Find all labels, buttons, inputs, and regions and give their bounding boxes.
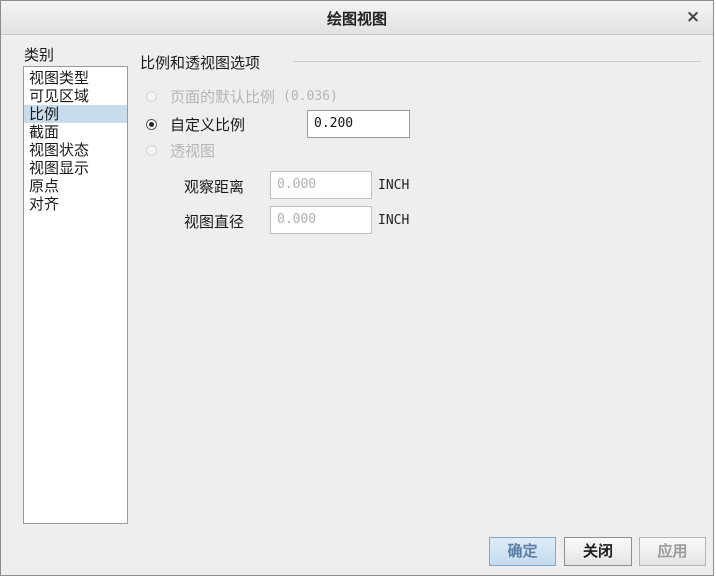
perspective-label: 透视图 [170, 141, 216, 160]
close-button[interactable]: 关闭 [564, 537, 632, 566]
viewing-distance-input[interactable]: 0.000 [270, 171, 372, 199]
view-diameter-input[interactable]: 0.000 [270, 206, 372, 234]
option-perspective: 透视图 [146, 139, 215, 161]
category-label: 类别 [24, 46, 55, 64]
category-item-scale[interactable]: 比例 [24, 105, 127, 123]
category-item-view-state[interactable]: 视图状态 [24, 141, 127, 159]
apply-button[interactable]: 应用 [639, 537, 706, 566]
ok-button[interactable]: 确定 [489, 537, 556, 566]
category-item-view-display[interactable]: 视图显示 [24, 159, 127, 177]
title-bar: 绘图视图 × [1, 1, 713, 35]
scale-group-title: 比例和透视图选项 [140, 54, 261, 72]
viewing-distance-unit: INCH [378, 178, 410, 193]
default-scale-value: (0.036) [283, 88, 338, 104]
option-custom-scale: 自定义比例 [146, 113, 245, 135]
default-scale-radio[interactable] [146, 90, 157, 102]
drawing-view-dialog: 绘图视图 × 类别 视图类型 可见区域 比例 截面 视图状态 视图显示 原点 对… [0, 0, 714, 576]
category-item-alignment[interactable]: 对齐 [24, 195, 127, 213]
custom-scale-radio[interactable] [146, 118, 157, 130]
dialog-title: 绘图视图 [326, 10, 387, 28]
viewing-distance-label: 观察距离 [184, 178, 245, 196]
category-item-section[interactable]: 截面 [24, 123, 127, 141]
custom-scale-input[interactable]: 0.200 [307, 110, 410, 138]
perspective-radio[interactable] [146, 144, 157, 156]
category-item-visible-area[interactable]: 可见区域 [24, 87, 127, 105]
close-icon[interactable]: × [681, 5, 705, 29]
view-diameter-unit: INCH [378, 213, 410, 228]
category-list: 视图类型 可见区域 比例 截面 视图状态 视图显示 原点 对齐 [23, 66, 128, 524]
default-scale-label: 页面的默认比例 [170, 87, 276, 106]
group-divider [293, 61, 701, 62]
category-item-origin[interactable]: 原点 [24, 177, 127, 195]
custom-scale-label: 自定义比例 [170, 115, 246, 134]
view-diameter-label: 视图直径 [184, 213, 245, 231]
option-default-scale: 页面的默认比例 (0.036) [146, 85, 338, 107]
category-item-view-type[interactable]: 视图类型 [24, 69, 127, 87]
